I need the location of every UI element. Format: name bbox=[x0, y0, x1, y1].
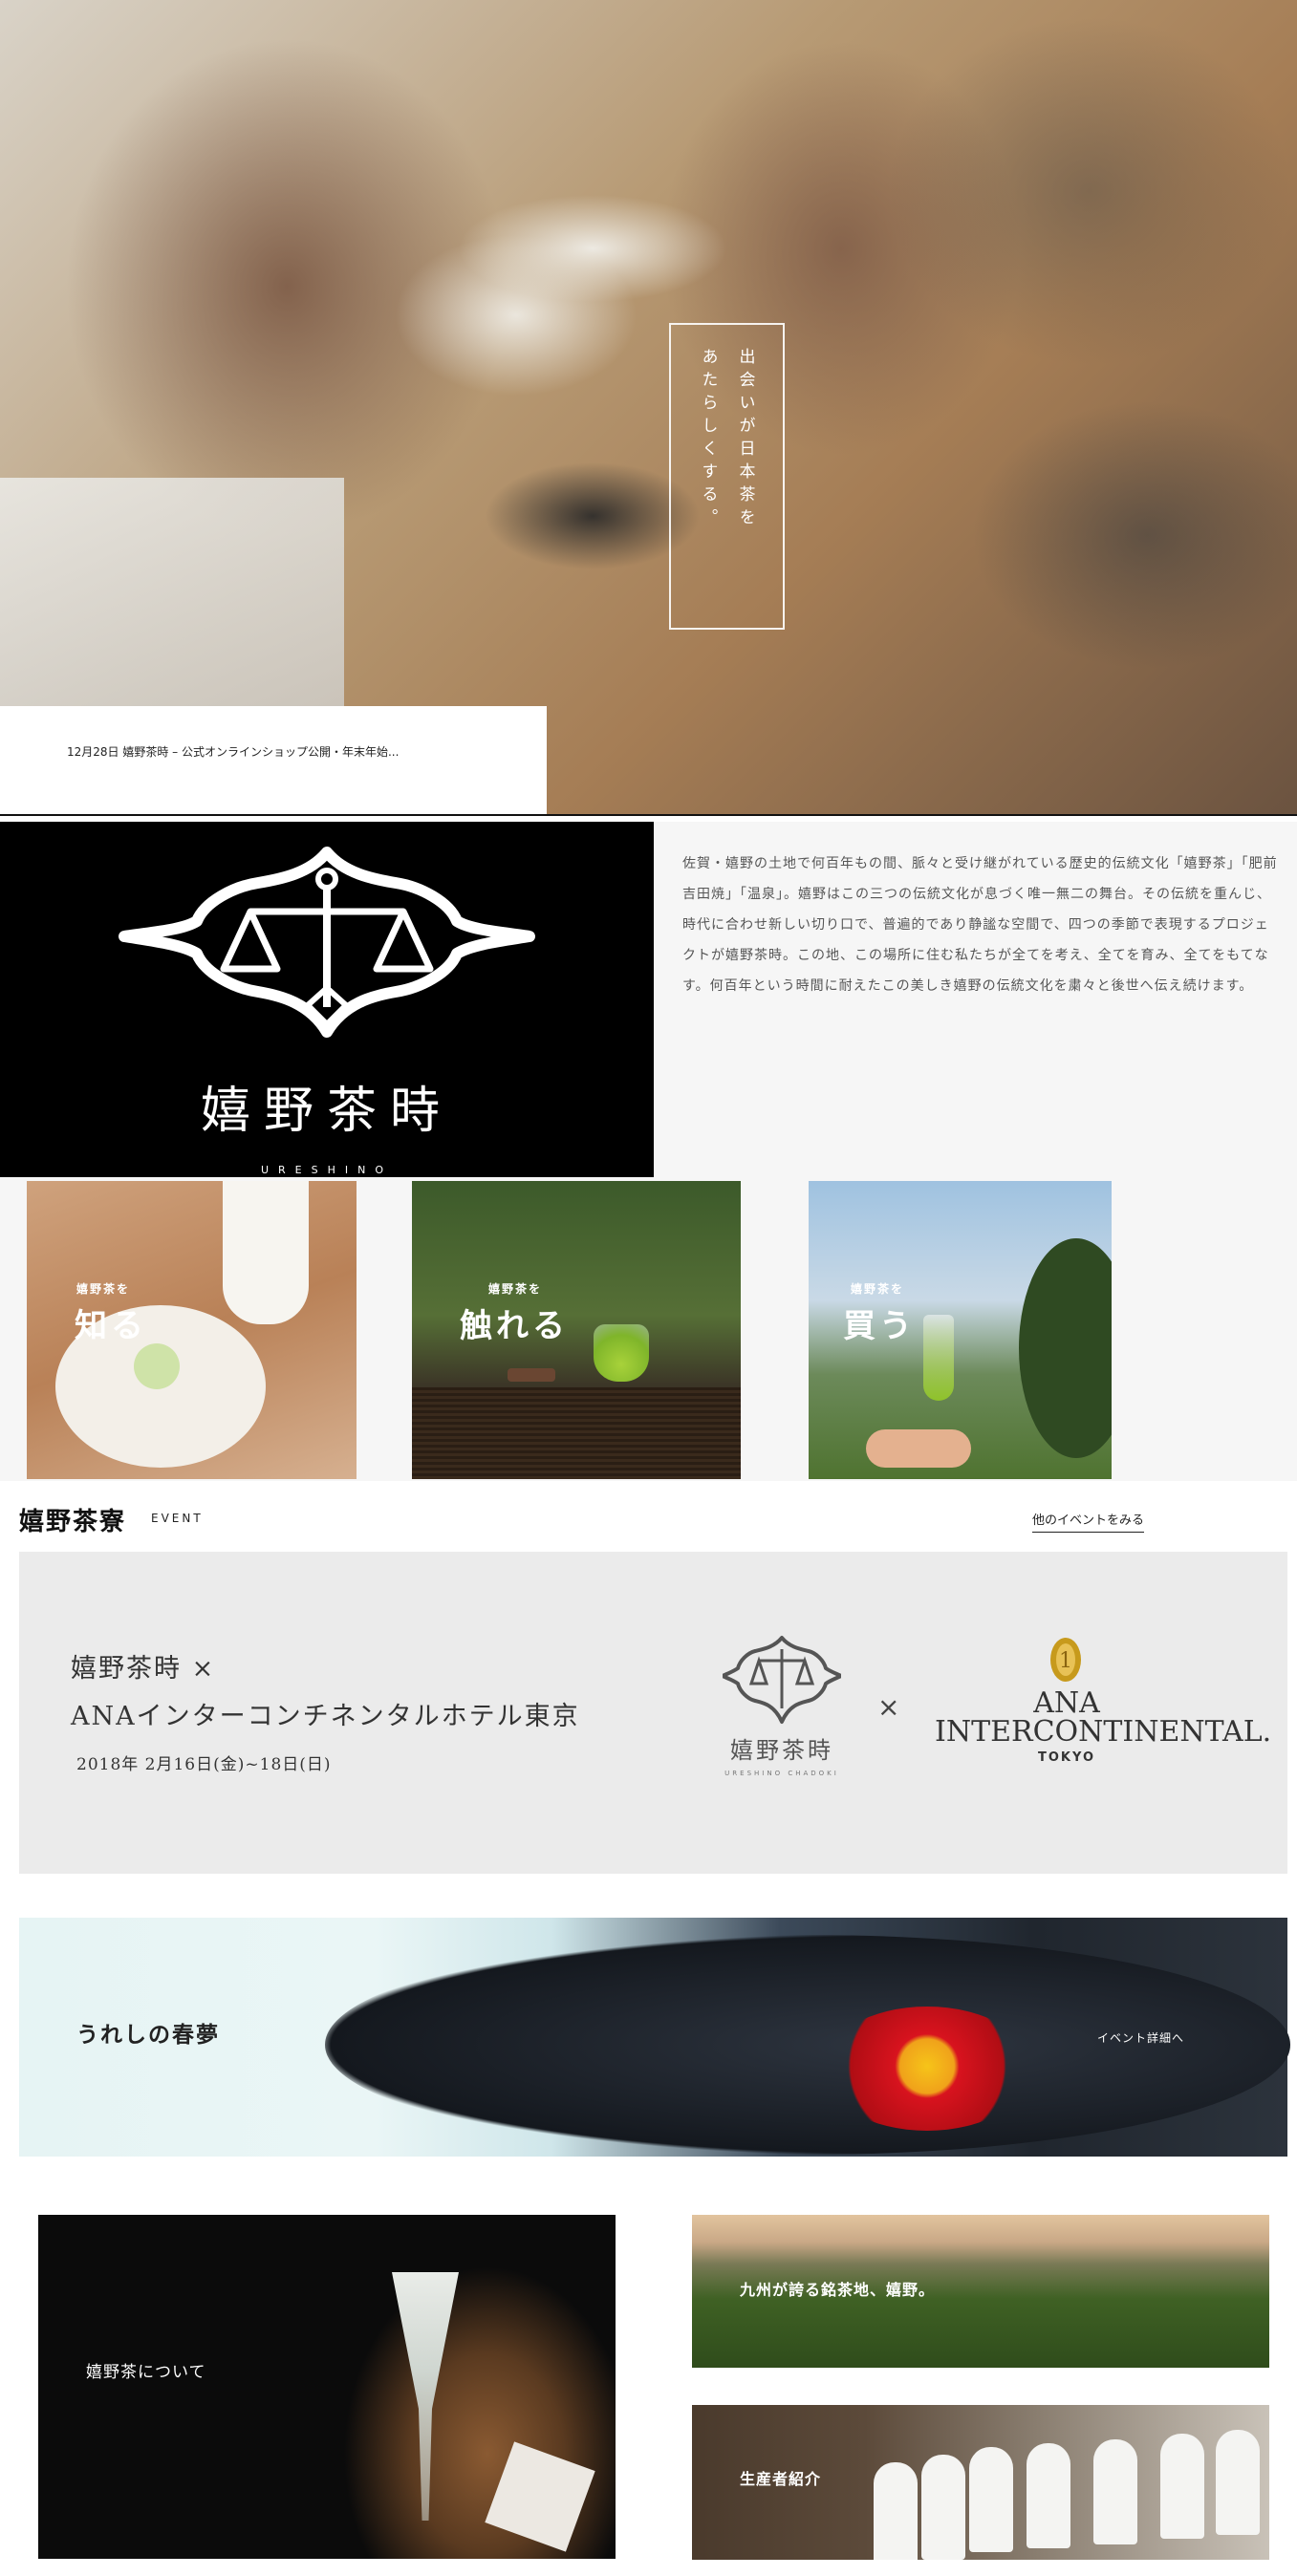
event-title-line1: 嬉野茶時 × bbox=[71, 1654, 216, 1684]
hero-tagline-line2: あたらしくする。 bbox=[698, 348, 718, 531]
intro-paragraph: 佐賀・嬉野の土地で何百年もの間、脈々と受け継がれている歴史的伝統文化「嬉野茶」「… bbox=[682, 856, 1278, 994]
event-date: 2018年 2月16日(金)~18日(日) bbox=[76, 1755, 332, 1774]
card-know-title: 知る bbox=[75, 1307, 147, 1345]
card-know-sub: 嬉野茶を bbox=[76, 1282, 131, 1296]
scales-emblem-small-icon bbox=[723, 1636, 841, 1724]
news-ticker-box bbox=[0, 706, 547, 814]
card-buy-title: 買う bbox=[843, 1307, 916, 1345]
camellia-sweet-image bbox=[822, 2007, 1032, 2131]
partner-name-line2: INTERCONTINENTAL. bbox=[935, 1715, 1272, 1749]
partner-hotel-city: TOKYO bbox=[1038, 1750, 1095, 1765]
brand-logo-roman: URESHINO bbox=[260, 1164, 394, 1176]
partner-name-line1: ANA bbox=[1033, 1686, 1100, 1720]
event-title-line2: ANAインターコンチネンタルホテル東京 bbox=[71, 1702, 580, 1731]
tile-growers-title: 生産者紹介 bbox=[740, 2470, 822, 2488]
card-know[interactable]: 嬉野茶を 知る bbox=[27, 1181, 357, 1479]
card-buy-sub: 嬉野茶を bbox=[851, 1282, 905, 1296]
event-section-label: EVENT bbox=[151, 1512, 204, 1525]
news-ticker-link[interactable]: 12月28日 嬉野茶時 – 公式オンラインショップ公開・年末年始... bbox=[67, 743, 399, 760]
hero-cloth-shape bbox=[0, 478, 344, 707]
more-events-link[interactable]: 他のイベントをみる bbox=[1032, 1510, 1145, 1533]
hero-tagline-line1: 出会いが日本茶を bbox=[735, 348, 755, 531]
card-buy[interactable]: 嬉野茶を 買う bbox=[809, 1181, 1112, 1479]
hero-divider bbox=[0, 814, 1297, 816]
card-touch-title: 触れる bbox=[460, 1307, 569, 1345]
scales-emblem-icon bbox=[119, 847, 535, 1038]
event-logo-roman: URESHINO CHADOKI bbox=[724, 1770, 839, 1777]
svg-text:1: 1 bbox=[1059, 1649, 1072, 1673]
partner-hotel-name: ANA INTERCONTINENTAL. bbox=[935, 1686, 1272, 1749]
collab-times-icon: × bbox=[877, 1691, 900, 1723]
card-touch-sub: 嬉野茶を bbox=[488, 1282, 543, 1296]
tile-tea-field-title: 九州が誇る銘茶地、嬉野。 bbox=[740, 2281, 936, 2299]
intercontinental-emblem-icon: 1 bbox=[1050, 1638, 1081, 1682]
event-detail-link[interactable]: イベント詳細へ bbox=[1097, 2029, 1184, 2046]
hero-tagline: 出会いが日本茶を あたらしくする。 bbox=[669, 323, 785, 630]
event-section-title: 嬉野茶寮 bbox=[19, 1508, 127, 1536]
tile-about-tea[interactable] bbox=[38, 2215, 616, 2559]
brand-logo-kanji: 嬉野茶時 bbox=[200, 1083, 453, 1140]
card-touch[interactable]: 嬉野茶を 触れる bbox=[412, 1181, 741, 1479]
spring-event-title: うれしの春夢 bbox=[76, 2023, 220, 2048]
tile-about-tea-title: 嬉野茶について bbox=[86, 2363, 206, 2382]
event-logo-kanji: 嬉野茶時 bbox=[730, 1737, 833, 1764]
